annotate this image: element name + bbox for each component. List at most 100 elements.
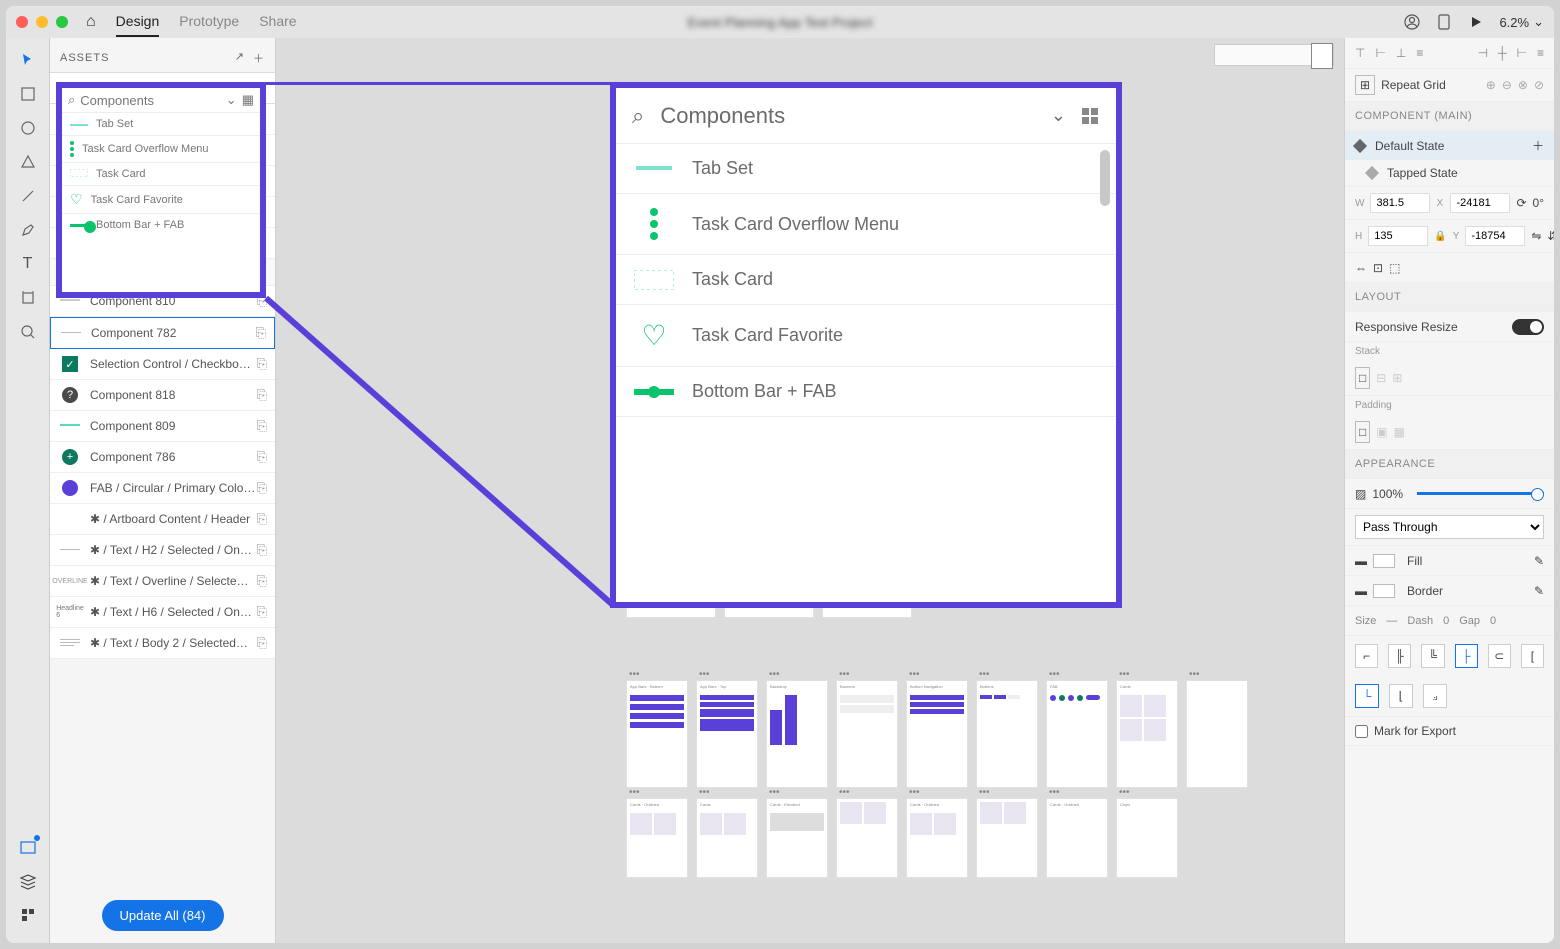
tab-prototype[interactable]: Prototype	[179, 7, 239, 37]
boolean-add-icon[interactable]: ⊕	[1486, 78, 1496, 92]
tab-share[interactable]: Share	[259, 7, 296, 37]
artboard[interactable]: •••Cards · Elevated	[766, 798, 828, 878]
close-icon[interactable]	[16, 16, 28, 28]
select-tool[interactable]	[18, 50, 38, 70]
blend-mode-select[interactable]: Pass Through	[1355, 515, 1544, 539]
stack-off-icon[interactable]: □	[1355, 367, 1370, 389]
asset-item[interactable]: Component 809⎘	[50, 411, 275, 442]
y-input[interactable]	[1465, 226, 1525, 246]
stack-h-icon[interactable]: ⊞	[1392, 371, 1402, 385]
align-top-icon[interactable]: ⊤	[1355, 46, 1365, 60]
eyedropper-icon[interactable]: ✎	[1534, 584, 1544, 598]
width-input[interactable]	[1370, 193, 1430, 213]
artboard[interactable]: •••Chips	[1116, 798, 1178, 878]
artboard[interactable]: •••Cards	[696, 798, 758, 878]
asset-item[interactable]: +Component 786⎘	[50, 442, 275, 473]
align-vcenter-icon[interactable]: ⊢	[1375, 46, 1385, 60]
boolean-exclude-icon[interactable]: ⊘	[1534, 78, 1544, 92]
line-tool[interactable]	[18, 186, 38, 206]
layers-icon[interactable]	[18, 871, 38, 891]
padding-same-icon[interactable]: ▣	[1376, 425, 1387, 439]
asset-item[interactable]: OVERLINE✱ / Text / Overline / Selecte…⎘	[50, 566, 275, 597]
profile-icon[interactable]	[1403, 13, 1421, 31]
publish-icon[interactable]: ↗	[235, 50, 245, 66]
flip-h-icon[interactable]: ⇋	[1531, 229, 1541, 243]
join-round-icon[interactable]: ⌊	[1389, 684, 1413, 708]
artboard[interactable]: •••	[1186, 680, 1248, 788]
zoom-dropdown[interactable]: 6.2%⌄	[1499, 14, 1544, 30]
join-miter-icon[interactable]: └	[1355, 684, 1379, 708]
artboard[interactable]: •••Cards · Outlined	[626, 798, 688, 878]
asset-item[interactable]: FAB / Circular / Primary Colo…⎘	[50, 473, 275, 504]
3d-icon[interactable]: ⬚	[1389, 261, 1400, 275]
stroke-outer-icon[interactable]: ╚	[1421, 644, 1444, 668]
artboard[interactable]: •••App Bars · Bottom	[626, 680, 688, 788]
pen-tool[interactable]	[18, 220, 38, 240]
zoom-tool[interactable]	[18, 322, 38, 342]
state-default[interactable]: Default State＋	[1345, 131, 1554, 160]
padding-sep-icon[interactable]: ▦	[1394, 425, 1405, 439]
x-input[interactable]	[1450, 193, 1510, 213]
artboard[interactable]: •••Cards	[1116, 680, 1178, 788]
asset-item[interactable]: ✱ / Text / Body 2 / Selected…⎘	[50, 628, 275, 659]
fill-remove-icon[interactable]: ▬	[1355, 554, 1367, 568]
align-vdist-icon[interactable]: ≡	[1416, 46, 1423, 60]
artboard[interactable]: •••	[836, 798, 898, 878]
align-bottom-icon[interactable]: ⊥	[1396, 46, 1406, 60]
tab-design[interactable]: Design	[116, 7, 160, 37]
minimize-icon[interactable]	[36, 16, 48, 28]
join-bevel-icon[interactable]: ⟓	[1423, 684, 1447, 708]
lock-aspect-icon[interactable]: 🔒	[1434, 231, 1446, 242]
asset-item[interactable]: ?Component 818⎘	[50, 380, 275, 411]
rectangle-tool[interactable]	[18, 84, 38, 104]
artboard[interactable]: •••Cards · Outlined	[906, 798, 968, 878]
align-right-icon[interactable]: ⊢	[1517, 46, 1527, 60]
artboard[interactable]: •••	[976, 798, 1038, 878]
libraries-icon[interactable]	[18, 837, 38, 857]
mobile-preview-icon[interactable]	[1435, 13, 1453, 31]
opacity-slider[interactable]	[1417, 492, 1544, 495]
stroke-center-icon[interactable]: ╟	[1388, 644, 1411, 668]
artboard[interactable]: •••Cards · Outlined	[1046, 798, 1108, 878]
artboard[interactable]: •••FAB	[1046, 680, 1108, 788]
fullscreen-icon[interactable]	[56, 16, 68, 28]
repeat-grid-icon[interactable]: ⊞	[1355, 75, 1375, 95]
asset-item[interactable]: ✱ / Artboard Content / Header⎘	[50, 504, 275, 535]
asset-item[interactable]: Component 782⎘	[50, 317, 275, 349]
border-remove-icon[interactable]: ▬	[1355, 584, 1367, 598]
minimap[interactable]	[1214, 44, 1334, 66]
rotate-icon[interactable]: ⟳	[1516, 196, 1526, 210]
align-hdist-icon[interactable]: ≡	[1537, 46, 1544, 60]
flip-v-icon[interactable]: ⇵	[1547, 229, 1554, 243]
asset-item[interactable]: ✱ / Text / H2 / Selected / On…⎘	[50, 535, 275, 566]
repeat-grid-button[interactable]: Repeat Grid	[1381, 78, 1446, 92]
asset-item[interactable]: Headline 6✱ / Text / H6 / Selected / On……	[50, 597, 275, 628]
update-all-button[interactable]: Update All (84)	[102, 900, 224, 931]
scroll-icon[interactable]: ⇔	[1355, 261, 1367, 275]
boolean-intersect-icon[interactable]: ⊗	[1518, 78, 1528, 92]
artboard[interactable]: •••Backdrop	[766, 680, 828, 788]
padding-off-icon[interactable]: □	[1355, 421, 1370, 443]
scrollbar-thumb[interactable]	[1100, 150, 1110, 206]
artboard[interactable]: •••Banners	[836, 680, 898, 788]
artboard[interactable]: •••App Bars · Top	[696, 680, 758, 788]
align-left-icon[interactable]: ⊣	[1478, 46, 1488, 60]
artboard[interactable]: •••Buttons	[976, 680, 1038, 788]
home-icon[interactable]: ⌂	[86, 13, 96, 31]
play-icon[interactable]	[1467, 13, 1485, 31]
stack-v-icon[interactable]: ⊟	[1376, 371, 1386, 385]
artboard[interactable]: •••Bottom Navigation	[906, 680, 968, 788]
cap-butt-icon[interactable]: ├	[1455, 644, 1478, 668]
ellipse-tool[interactable]	[18, 118, 38, 138]
state-tapped[interactable]: Tapped State	[1345, 160, 1554, 186]
artboard-tool[interactable]	[18, 288, 38, 308]
height-input[interactable]	[1368, 226, 1428, 246]
mark-export-checkbox[interactable]	[1355, 725, 1368, 738]
text-tool[interactable]: T	[18, 254, 38, 274]
border-swatch[interactable]	[1373, 584, 1395, 598]
polygon-tool[interactable]	[18, 152, 38, 172]
responsive-toggle[interactable]	[1512, 319, 1544, 335]
eyedropper-icon[interactable]: ✎	[1534, 554, 1544, 568]
fix-position-icon[interactable]: ⊡	[1373, 261, 1383, 275]
fill-swatch[interactable]	[1373, 554, 1395, 568]
